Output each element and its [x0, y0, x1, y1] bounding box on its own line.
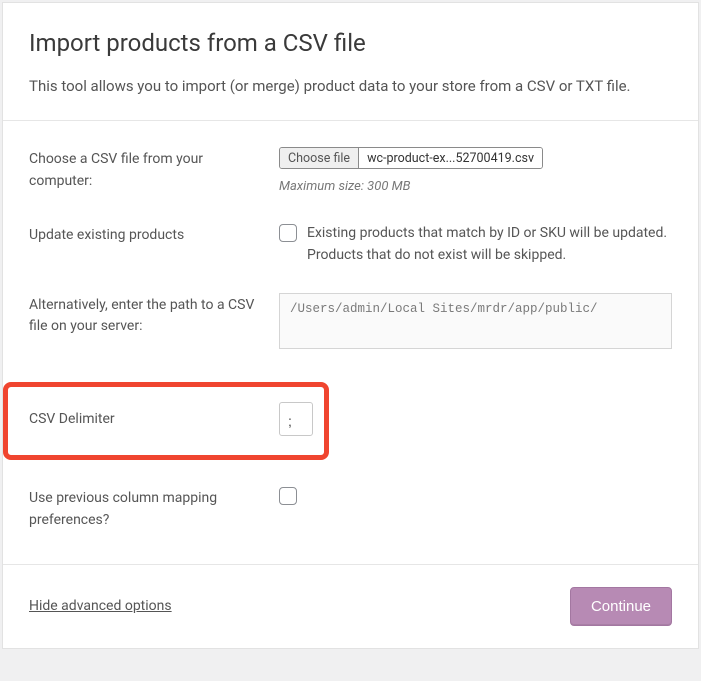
server-path-input[interactable]: [279, 293, 672, 349]
continue-button[interactable]: Continue: [570, 587, 672, 626]
csv-delimiter-input[interactable]: [279, 402, 313, 436]
row-server-path: Alternatively, enter the path to a CSV f…: [29, 293, 672, 357]
update-existing-description: Existing products that match by ID or SK…: [307, 223, 672, 266]
update-existing-checkbox[interactable]: [279, 224, 297, 242]
previous-mapping-checkbox[interactable]: [279, 487, 297, 505]
import-panel: Import products from a CSV file This too…: [2, 2, 699, 649]
panel-footer: Hide advanced options Continue: [3, 564, 698, 648]
chosen-filename: wc-product-ex...52700419.csv: [359, 147, 542, 169]
page-title: Import products from a CSV file: [29, 29, 672, 57]
max-size-hint: Maximum size: 300 MB: [279, 177, 672, 197]
previous-mapping-label: Use previous column mapping preferences?: [29, 486, 279, 531]
row-previous-mapping: Use previous column mapping preferences?: [29, 486, 672, 531]
toggle-advanced-link[interactable]: Hide advanced options: [29, 598, 172, 614]
row-choose-file: Choose a CSV file from your computer: Ch…: [29, 147, 672, 197]
file-picker[interactable]: Choose file wc-product-ex...52700419.csv: [279, 147, 543, 169]
row-csv-delimiter: CSV Delimiter: [15, 382, 672, 464]
server-path-label: Alternatively, enter the path to a CSV f…: [29, 293, 279, 338]
panel-header: Import products from a CSV file This too…: [3, 3, 698, 120]
update-existing-label: Update existing products: [29, 223, 279, 247]
page-description: This tool allows you to import (or merge…: [29, 75, 672, 98]
row-update-existing: Update existing products Existing produc…: [29, 223, 672, 266]
form-area: Choose a CSV file from your computer: Ch…: [3, 120, 698, 564]
choose-file-label: Choose a CSV file from your computer:: [29, 147, 279, 192]
choose-file-button[interactable]: Choose file: [280, 147, 359, 169]
csv-delimiter-label: CSV Delimiter: [29, 402, 279, 431]
